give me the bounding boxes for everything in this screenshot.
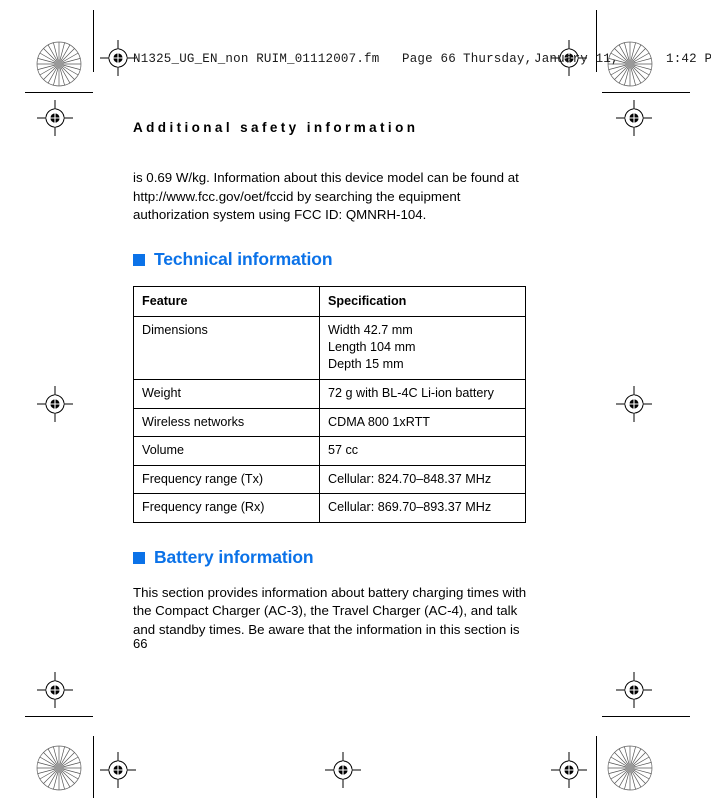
spec-line: Length 104 mm — [328, 340, 416, 354]
table-row: Volume 57 cc — [133, 436, 526, 466]
registration-starburst-bottom-left — [36, 745, 82, 791]
registration-crosshair-bottom-left-inner — [100, 752, 136, 788]
registration-starburst-bottom-right — [607, 745, 653, 791]
crop-line-bottom-right-horizontal — [602, 716, 690, 717]
table-cell-specification: Width 42.7 mm Length 104 mm Depth 15 mm — [319, 316, 526, 380]
table-row: Dimensions Width 42.7 mm Length 104 mm D… — [133, 316, 526, 380]
spec-line: Depth 15 mm — [328, 357, 404, 371]
film-header-date: January 11, — [534, 52, 619, 66]
table-cell-feature: Weight — [133, 379, 320, 409]
section-heading-battery-information: Battery information — [133, 547, 533, 568]
registration-crosshair-bottom-center — [325, 752, 361, 788]
section-heading-label: Technical information — [154, 248, 333, 269]
table-cell-specification: Cellular: 869.70–893.37 MHz — [319, 493, 526, 523]
table-cell-feature: Dimensions — [133, 316, 320, 380]
square-bullet-icon — [133, 552, 145, 564]
table-row: Frequency range (Tx) Cellular: 824.70–84… — [133, 464, 526, 494]
table-cell-feature: Volume — [133, 436, 320, 466]
table-column-header-feature: Feature — [133, 285, 320, 317]
registration-crosshair-mid-right — [616, 386, 652, 422]
crop-line-bottom-left-vertical — [93, 736, 94, 798]
technical-specification-table: Feature Specification Dimensions Width 4… — [133, 285, 526, 523]
section-heading-label: Battery information — [154, 546, 314, 567]
crop-line-bottom-right-vertical — [596, 736, 597, 798]
table-cell-specification: Cellular: 824.70–848.37 MHz — [319, 464, 526, 494]
film-header-time: 1:42 PM — [666, 52, 711, 66]
registration-crosshair-mid-left — [37, 386, 73, 422]
registration-crosshair-upper-right — [616, 100, 652, 136]
registration-crosshair-lower-left — [37, 672, 73, 708]
table-row: Frequency range (Rx) Cellular: 869.70–89… — [133, 493, 526, 523]
crop-line-top-right-horizontal — [602, 92, 690, 93]
registration-crosshair-upper-left — [37, 100, 73, 136]
table-row: Wireless networks CDMA 800 1xRTT — [133, 407, 526, 437]
table-column-header-specification: Specification — [319, 285, 526, 317]
film-header-page-label: Page 66 — [402, 52, 456, 66]
battery-paragraph: This section provides information about … — [133, 584, 527, 637]
crop-line-bottom-left-horizontal — [25, 716, 93, 717]
film-header-strip: N1325_UG_EN_non RUIM_01112007.fm Page 66… — [0, 48, 711, 74]
section-heading-technical-information: Technical information — [133, 249, 533, 270]
document-page: N1325_UG_EN_non RUIM_01112007.fm Page 66… — [0, 0, 711, 808]
table-cell-specification: 57 cc — [319, 436, 526, 466]
page-number: 66 — [133, 636, 148, 651]
film-header-filename: N1325_UG_EN_non RUIM_01112007.fm — [133, 52, 380, 66]
crop-line-top-left-horizontal — [25, 92, 93, 93]
table-row: Weight 72 g with BL-4C Li-ion battery — [133, 379, 526, 409]
film-header-weekday: Thursday, — [463, 52, 533, 66]
registration-crosshair-bottom-right-inner — [551, 752, 587, 788]
spec-line: Width 42.7 mm — [328, 323, 413, 337]
table-cell-feature: Frequency range (Rx) — [133, 493, 320, 523]
table-cell-specification: 72 g with BL-4C Li-ion battery — [319, 379, 526, 409]
page-content: Additional safety information is 0.69 W/… — [133, 120, 533, 639]
square-bullet-icon — [133, 254, 145, 266]
running-head: Additional safety information — [133, 120, 419, 135]
table-cell-feature: Wireless networks — [133, 407, 320, 437]
table-header-row: Feature Specification — [133, 285, 526, 317]
table-cell-specification: CDMA 800 1xRTT — [319, 407, 526, 437]
intro-paragraph: is 0.69 W/kg. Information about this dev… — [133, 170, 519, 222]
table-cell-feature: Frequency range (Tx) — [133, 464, 320, 494]
registration-crosshair-lower-right — [616, 672, 652, 708]
